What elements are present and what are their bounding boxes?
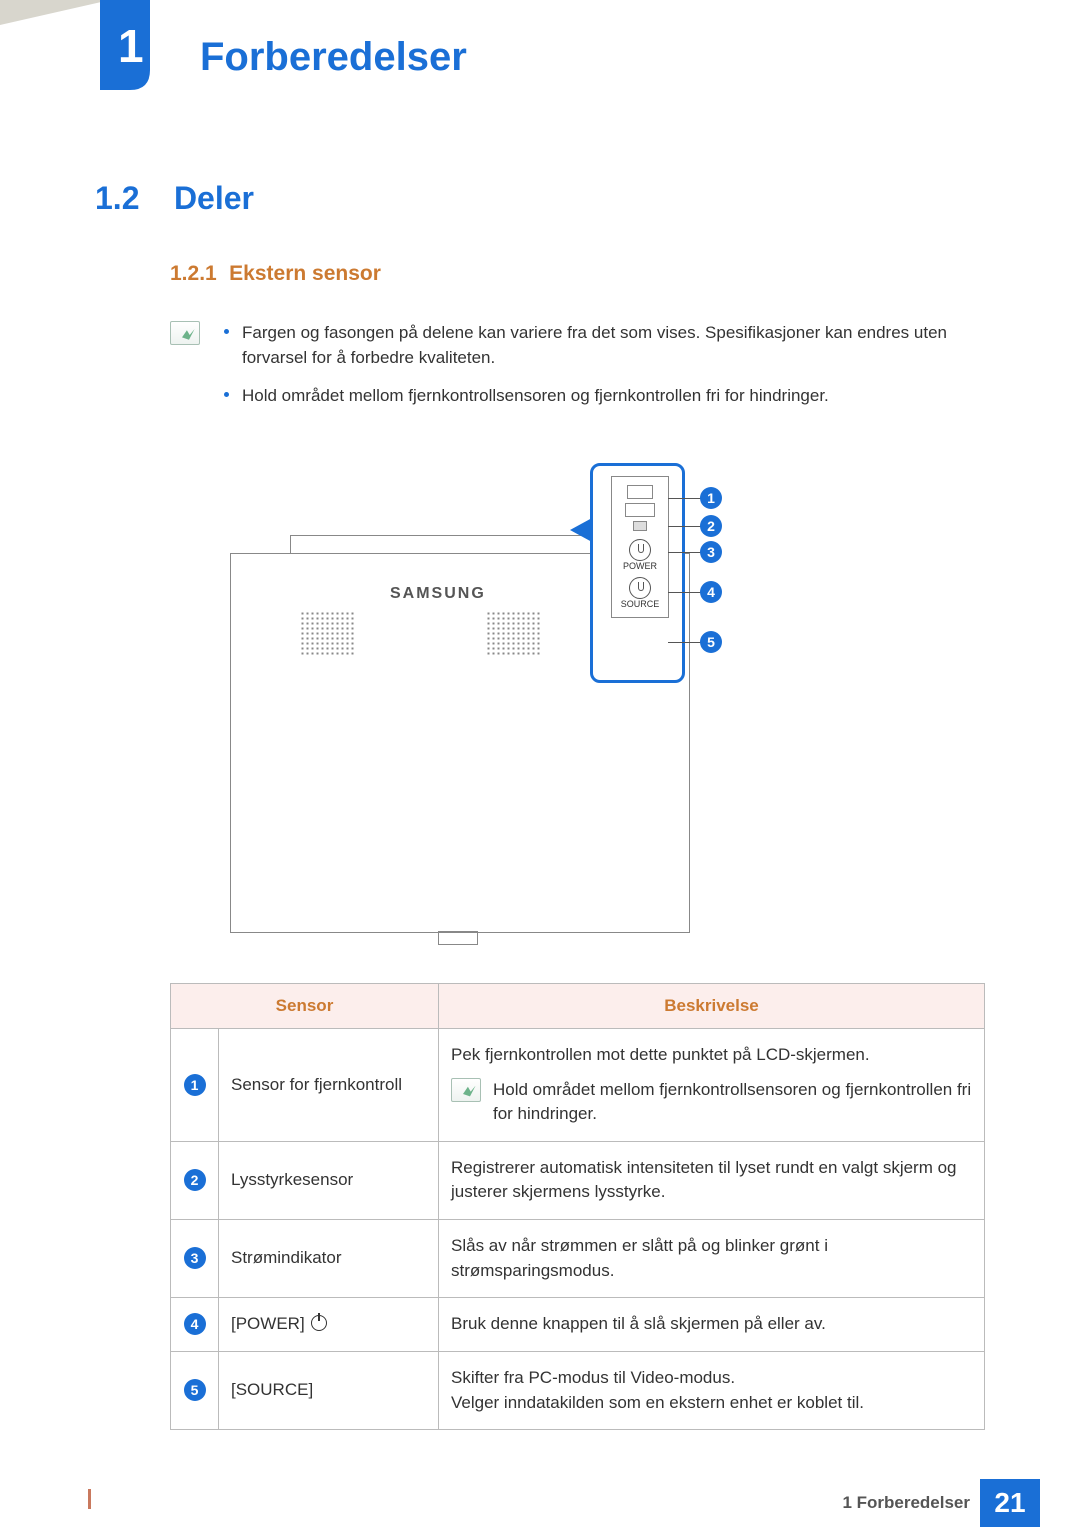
note-icon [451, 1078, 481, 1102]
speaker-grille-icon [300, 611, 355, 656]
page-corner-decoration [0, 0, 110, 25]
callout-2: 2 [700, 515, 722, 537]
row-number: 1 [184, 1074, 206, 1096]
power-button-icon [629, 539, 651, 561]
note-icon [170, 321, 200, 345]
subsection-title: Ekstern sensor [229, 262, 381, 285]
subsection-number: 1.2.1 [170, 262, 217, 285]
callout-5: 5 [700, 631, 722, 653]
sensor-table: Sensor Beskrivelse 1 Sensor for fjernkon… [170, 983, 985, 1430]
sensor-note: Hold området mellom fjernkontrollsensore… [493, 1078, 972, 1127]
page-footer: 1 Forberedelser 21 [0, 1477, 1080, 1527]
table-header-sensor: Sensor [171, 983, 439, 1028]
note-block: Fargen og fasongen på delene kan variere… [170, 321, 985, 423]
section-heading: 1.2 Deler [95, 180, 985, 217]
section-number: 1.2 [95, 180, 139, 217]
monitor-logo: SAMSUNG [390, 585, 486, 603]
row-number: 5 [184, 1379, 206, 1401]
page-number: 21 [980, 1479, 1040, 1527]
sensor-description: Registrerer automatisk intensiteten til … [439, 1141, 985, 1219]
sensor-closeup: POWER SOURCE [590, 463, 685, 683]
power-label: POWER [623, 561, 657, 571]
note-item: Hold området mellom fjernkontrollsensore… [224, 384, 985, 409]
sensor-name: [SOURCE] [219, 1352, 439, 1430]
table-row: 2 Lysstyrkesensor Registrerer automatisk… [171, 1141, 985, 1219]
sensor-name: [POWER] [219, 1298, 439, 1352]
table-row: 5 [SOURCE] Skifter fra PC-modus til Vide… [171, 1352, 985, 1430]
speaker-grille-icon [486, 611, 541, 656]
sensor-diagram: SAMSUNG POWER SOURCE 1 2 3 4 5 [190, 463, 890, 953]
source-button-icon [629, 577, 651, 599]
subsection-heading: 1.2.1 Ekstern sensor [170, 262, 985, 286]
sensor-name: Strømindikator [219, 1220, 439, 1298]
row-number: 2 [184, 1169, 206, 1191]
chapter-title: Forberedelser [200, 35, 467, 80]
power-icon [311, 1315, 327, 1331]
sensor-name: Sensor for fjernkontroll [219, 1028, 439, 1141]
table-row: 1 Sensor for fjernkontroll Pek fjernkont… [171, 1028, 985, 1141]
table-row: 3 Strømindikator Slås av når strømmen er… [171, 1220, 985, 1298]
row-number: 3 [184, 1247, 206, 1269]
row-number: 4 [184, 1313, 206, 1335]
note-item: Fargen og fasongen på delene kan variere… [224, 321, 985, 370]
table-row: 4 [POWER] Bruk denne knappen til å slå s… [171, 1298, 985, 1352]
chapter-number-badge: 1 [100, 0, 180, 100]
table-header-description: Beskrivelse [439, 983, 985, 1028]
callout-4: 4 [700, 581, 722, 603]
sensor-name: Lysstyrkesensor [219, 1141, 439, 1219]
footer-chapter-label: 1 Forberedelser [842, 1493, 970, 1513]
sensor-description: Bruk denne knappen til å slå skjermen på… [439, 1298, 985, 1352]
callout-3: 3 [700, 541, 722, 563]
sensor-description: Skifter fra PC-modus til Video-modus. Ve… [439, 1352, 985, 1430]
chapter-number: 1 [118, 20, 144, 72]
sensor-description: Pek fjernkontrollen mot dette punktet på… [451, 1043, 972, 1068]
sensor-description: Slås av når strømmen er slått på og blin… [439, 1220, 985, 1298]
section-title: Deler [174, 180, 254, 217]
source-label: SOURCE [621, 599, 660, 609]
callout-1: 1 [700, 487, 722, 509]
